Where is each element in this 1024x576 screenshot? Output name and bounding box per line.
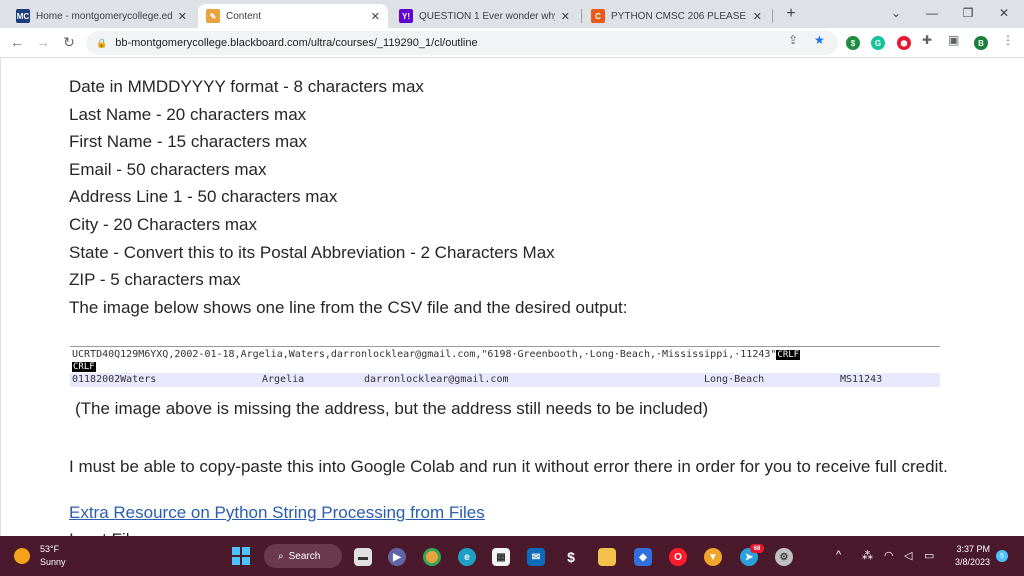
output-state-zip: MS11243	[840, 374, 883, 385]
csv-example-image: UCRTD40Q129M6YXQ,2002-01-18,Argelia,Wate…	[70, 346, 940, 387]
crlf-marker: CRLF	[776, 350, 801, 360]
back-arrow-icon[interactable]: ←	[8, 34, 26, 50]
taskbar-search-button[interactable]: ⌕ Search	[264, 544, 342, 568]
text-line: Email - 50 characters max	[69, 159, 267, 179]
close-icon[interactable]: ✕	[178, 10, 187, 23]
store-icon[interactable]: ▦	[492, 548, 510, 566]
file-explorer-icon[interactable]	[598, 548, 616, 566]
tab-title: Content	[226, 10, 262, 22]
text-line: ZIP - 5 characters max	[69, 270, 241, 290]
bookmark-star-icon[interactable]: ★	[814, 33, 825, 47]
text-line: Date in MMDDYYYY format - 8 characters m…	[69, 77, 424, 96]
close-icon[interactable]: ✕	[371, 10, 380, 23]
tab-title: QUESTION 1 Ever wonder why th	[419, 10, 555, 22]
output-email: darronlocklear@gmail.com	[364, 374, 509, 385]
restore-icon[interactable]: ❐	[956, 4, 980, 22]
grammarly-icon[interactable]: G	[871, 36, 885, 50]
chrome-icon[interactable]	[423, 548, 441, 566]
weather-temperature[interactable]: 53°F	[40, 544, 59, 554]
tab-content[interactable]: ✎ Content ✕	[198, 4, 388, 28]
tab-title: PYTHON CMSC 206 PLEASE SENI	[611, 10, 747, 22]
text-line: City - 20 Characters max	[69, 214, 257, 234]
side-panel-icon[interactable]: ▣	[948, 33, 959, 47]
extra-resource-link[interactable]: Extra Resource on Python String Processi…	[69, 503, 485, 523]
tab-home[interactable]: MC Home - montgomerycollege.edu ✕	[8, 4, 195, 28]
windows-taskbar: 53°F Sunny ⌕ Search ▬ ▶ e ▦ ✉ $ ◆ O ▼ ➤ …	[0, 536, 1024, 576]
profile-avatar[interactable]: B	[974, 36, 988, 50]
browser-toolbar: ← → ↻ 🔒 bb-montgomerycollege.blackboard.…	[0, 28, 1024, 58]
menu-icon[interactable]: ⋮	[1002, 33, 1014, 47]
opera-icon[interactable]: O	[669, 548, 687, 566]
reload-icon[interactable]: ↻	[60, 34, 78, 50]
window-close-icon[interactable]: ✕	[992, 4, 1016, 22]
tab-search-icon[interactable]: ⌄	[884, 4, 908, 22]
badge-count: 68	[750, 544, 764, 553]
vpn-icon[interactable]: ▼	[704, 548, 722, 566]
text-line: Address Line 1 - 50 characters max	[69, 187, 338, 207]
address-bar[interactable]: 🔒 bb-montgomerycollege.blackboard.com/ul…	[86, 31, 838, 55]
csv-input-text: UCRTD40Q129M6YXQ,2002-01-18,Argelia,Wate…	[72, 349, 777, 360]
puzzle-extensions-icon[interactable]: ✚	[922, 33, 932, 47]
teams-tray-icon[interactable]: ⁂	[862, 549, 873, 562]
sun-icon[interactable]	[14, 548, 30, 564]
address-note: (The image above is missing the address,…	[75, 399, 709, 418]
chegg-favicon-icon: C	[591, 9, 605, 23]
clock-time[interactable]: 3:37 PM	[954, 544, 990, 554]
share-icon[interactable]: ⇪	[788, 33, 798, 47]
text-line: First Name - 15 characters max	[69, 132, 308, 152]
lock-icon: 🔒	[96, 37, 108, 48]
task-view-icon[interactable]: ▬	[354, 548, 372, 566]
mail-icon[interactable]: ✉	[527, 548, 545, 566]
minimize-icon[interactable]: —	[920, 4, 944, 22]
text-line: Last Name - 20 characters max	[69, 104, 307, 124]
output-city: Long·Beach	[704, 374, 765, 385]
output-first: Argelia	[262, 374, 305, 385]
csv-output-line: 01182002Waters Argelia darronlocklear@gm…	[70, 373, 940, 387]
tab-question[interactable]: Y! QUESTION 1 Ever wonder why th ✕	[391, 4, 578, 28]
tab-python[interactable]: C PYTHON CMSC 206 PLEASE SENI ✕	[583, 4, 770, 28]
page-content: Date in MMDDYYYY format - 8 characters m…	[0, 58, 1024, 536]
divider	[0, 58, 1, 536]
tab-separator	[581, 9, 582, 23]
start-windows-icon[interactable]	[232, 547, 250, 565]
crlf-marker: CRLF	[72, 362, 96, 372]
search-label: Search	[288, 550, 321, 562]
output-date-last: 01182002Waters	[72, 374, 157, 385]
edge-icon[interactable]: e	[458, 548, 476, 566]
tab-separator	[772, 9, 773, 23]
content-favicon-icon: ✎	[206, 9, 220, 23]
address-url[interactable]: bb-montgomerycollege.blackboard.com/ultr…	[115, 37, 477, 49]
forward-arrow-icon[interactable]: →	[34, 34, 52, 50]
settings-gear-icon[interactable]: ⚙	[775, 548, 793, 566]
notification-badge[interactable]: 5	[996, 550, 1008, 562]
search-icon: ⌕	[278, 550, 284, 562]
meet-icon[interactable]: ▶	[388, 548, 406, 566]
instructions-paragraph: I must be able to copy-paste this into G…	[69, 457, 948, 476]
csv-input-line: UCRTD40Q129M6YXQ,2002-01-18,Argelia,Wate…	[72, 349, 801, 360]
adblock-icon[interactable]: ⬢	[897, 36, 911, 50]
yahoo-favicon-icon: Y!	[399, 9, 413, 23]
mc-favicon-icon: MC	[16, 9, 30, 23]
clock-date[interactable]: 3/8/2023	[950, 557, 990, 567]
volume-icon[interactable]: ◁	[904, 549, 912, 562]
new-tab-button[interactable]: +	[781, 4, 801, 24]
battery-icon[interactable]: ▭	[924, 549, 934, 562]
power-automate-icon[interactable]: ◆	[634, 548, 652, 566]
field-list: Date in MMDDYYYY format - 8 characters m…	[69, 75, 628, 323]
text-line: The image below shows one line from the …	[69, 297, 628, 317]
close-icon[interactable]: ✕	[561, 10, 570, 23]
wifi-icon[interactable]: ◠	[884, 549, 894, 562]
chevron-up-icon[interactable]: ^	[836, 549, 841, 561]
tab-title: Home - montgomerycollege.edu	[36, 10, 172, 22]
text-line: State - Convert this to its Postal Abbre…	[69, 242, 555, 262]
app-icon[interactable]: $	[562, 548, 580, 566]
csv-input-line-wrap: CRLF	[72, 361, 96, 372]
extension-icon[interactable]: $	[846, 36, 860, 50]
close-icon[interactable]: ✕	[753, 10, 762, 23]
weather-condition[interactable]: Sunny	[40, 557, 66, 567]
tab-strip: MC Home - montgomerycollege.edu ✕ ✎ Cont…	[0, 0, 1024, 28]
